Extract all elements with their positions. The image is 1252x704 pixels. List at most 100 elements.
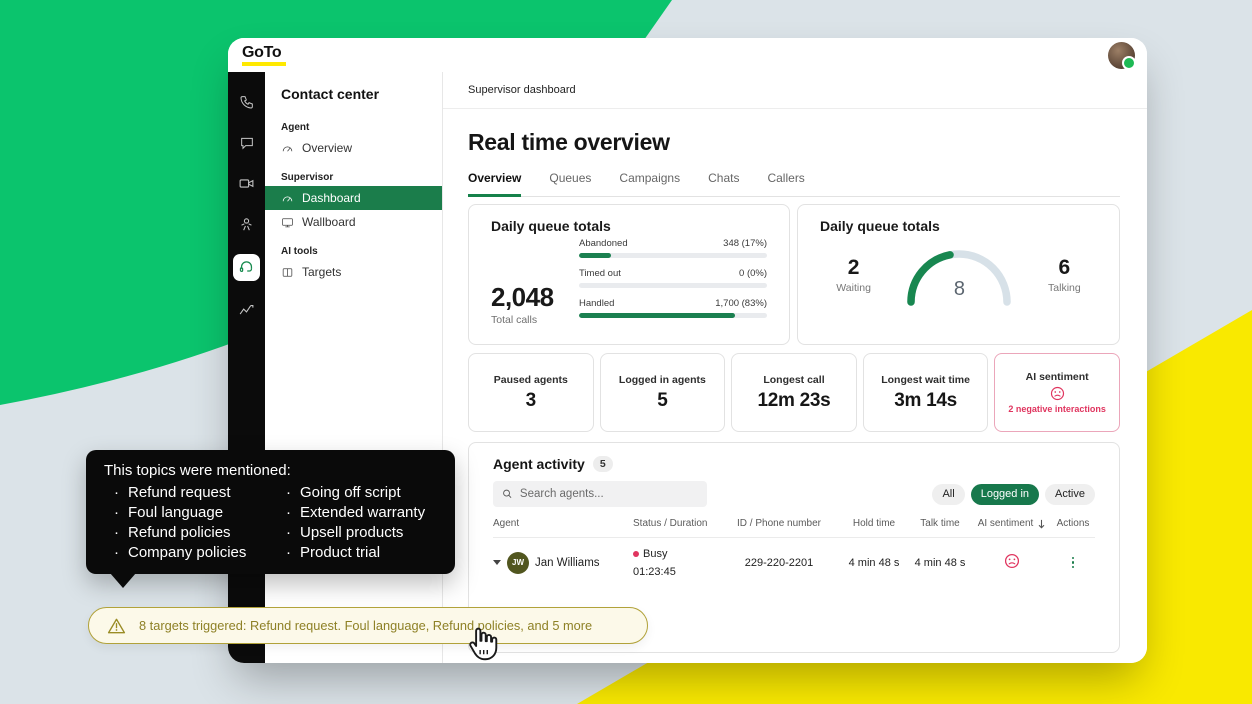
wallboard-icon: [281, 216, 294, 229]
bar-value: 1,700 (83%): [715, 298, 767, 309]
stat-label: Logged in agents: [619, 374, 706, 386]
chat-icon[interactable]: [233, 129, 260, 156]
col-talk-time[interactable]: Talk time: [907, 517, 973, 531]
card-title: Daily queue totals: [820, 218, 1097, 234]
agent-name: Jan Williams: [535, 557, 600, 569]
col-hold-time[interactable]: Hold time: [841, 517, 907, 531]
contact-center-nav: Contact center Agent Overview Supervisor…: [265, 72, 443, 663]
col-status-duration[interactable]: Status / Duration: [633, 517, 717, 531]
search-icon: [502, 488, 513, 500]
row-actions-kebab-icon[interactable]: [1051, 557, 1095, 569]
stat-label: Longest call: [763, 374, 824, 386]
stat-card-paused-agents: Paused agents 3: [468, 353, 594, 432]
col-actions: Actions: [1051, 517, 1095, 531]
agent-avatar: JW: [507, 552, 529, 574]
col-agent[interactable]: Agent: [493, 517, 633, 531]
status-label: Busy: [643, 548, 667, 560]
queue-bars: Abandoned 348 (17%) Timed out 0 (0%): [579, 238, 767, 328]
expand-caret-icon[interactable]: [493, 560, 501, 565]
card-title: Daily queue totals: [491, 218, 767, 234]
targets-triggered-alert[interactable]: 8 targets triggered: Refund request. Fou…: [88, 607, 648, 644]
nav-section-ai-tools: AI tools: [265, 234, 442, 260]
tooltip-title: This topics were mentioned:: [104, 462, 439, 479]
analytics-icon[interactable]: [233, 297, 260, 324]
tab-campaigns[interactable]: Campaigns: [619, 171, 680, 197]
stat-value: 5: [657, 390, 667, 412]
tooltip-topic: Refund policies: [104, 524, 276, 541]
dashboard-gauge-icon: [281, 192, 294, 205]
agent-table-header: Agent Status / Duration ID / Phone numbe…: [493, 517, 1095, 538]
search-agents-box[interactable]: [493, 481, 707, 507]
nav-item-label: Wallboard: [302, 215, 356, 229]
agent-activity-title: Agent activity: [493, 456, 585, 472]
daily-queue-totals-bars-card: Daily queue totals 2,048 Total calls Aba…: [468, 204, 790, 345]
stat-card-ai-sentiment: AI sentiment 2 negative interactions: [994, 353, 1120, 432]
tab-queues[interactable]: Queues: [549, 171, 591, 197]
stat-card-longest-wait-time: Longest wait time 3m 14s: [863, 353, 989, 432]
stat-card-longest-call: Longest call 12m 23s: [731, 353, 857, 432]
tooltip-topic: Foul language: [104, 504, 276, 521]
goto-logo: GoTo: [242, 45, 286, 66]
nav-item-label: Targets: [302, 265, 341, 279]
nav-item-label: Dashboard: [302, 191, 361, 205]
tooltip-topic: Extended warranty: [276, 504, 439, 521]
screenshot-stage: { "colors": { "brand_green": "#0bc46d", …: [0, 0, 1252, 704]
filter-chip-logged-in[interactable]: Logged in: [971, 484, 1039, 505]
bar-value: 348 (17%): [723, 238, 767, 249]
tooltip-topic: Upsell products: [276, 524, 439, 541]
tooltip-topic: Product trial: [276, 544, 439, 561]
nav-item-overview[interactable]: Overview: [265, 136, 442, 160]
tab-bar: Overview Queues Campaigns Chats Callers: [468, 171, 1120, 197]
tooltip-topic: Company policies: [104, 544, 276, 561]
total-calls-value: 2,048: [491, 282, 579, 313]
app-topbar: GoTo: [228, 38, 1147, 72]
sad-face-icon: [1004, 553, 1020, 569]
warning-triangle-icon: [107, 617, 126, 635]
topics-tooltip: This topics were mentioned: Refund reque…: [86, 450, 455, 574]
main-content: Supervisor dashboard Real time overview …: [443, 72, 1147, 663]
headset-icon[interactable]: [233, 254, 260, 281]
goto-logo-text: GoTo: [242, 45, 286, 61]
col-ai-sentiment[interactable]: AI sentiment: [973, 517, 1051, 531]
alert-text: 8 targets triggered: Refund request. Fou…: [139, 618, 592, 633]
gauge-center-value: 8: [954, 278, 965, 301]
sad-face-icon: [1050, 386, 1065, 401]
nav-section-agent: Agent: [265, 110, 442, 136]
stat-label: Paused agents: [494, 374, 568, 386]
tab-chats[interactable]: Chats: [708, 171, 739, 197]
stat-card-logged-in-agents: Logged in agents 5: [600, 353, 726, 432]
total-calls-label: Total calls: [491, 314, 579, 326]
tooltip-topic: Refund request: [104, 484, 276, 501]
goto-logo-underline: [242, 62, 286, 66]
nav-section-supervisor: Supervisor: [265, 160, 442, 186]
talking-value: 6: [1048, 256, 1081, 280]
sentiment-cell[interactable]: [973, 553, 1051, 572]
nav-item-dashboard[interactable]: Dashboard: [265, 186, 442, 210]
col-id-phone[interactable]: ID / Phone number: [717, 517, 841, 531]
busy-status-dot: [633, 551, 639, 557]
user-avatar[interactable]: [1108, 42, 1135, 69]
nav-item-targets[interactable]: Targets: [265, 260, 442, 284]
filter-chip-active[interactable]: Active: [1045, 484, 1095, 505]
bar-label: Abandoned: [579, 238, 628, 249]
sentiment-caption: 2 negative interactions: [1008, 404, 1106, 414]
nav-title: Contact center: [265, 84, 442, 110]
daily-queue-totals-gauge-card: Daily queue totals 2 Waiting: [797, 204, 1120, 345]
search-input[interactable]: [520, 488, 698, 500]
phone-icon[interactable]: [233, 88, 260, 115]
video-icon[interactable]: [233, 170, 260, 197]
stat-value: 3m 14s: [894, 390, 957, 412]
filter-chip-all[interactable]: All: [932, 484, 964, 505]
tab-callers[interactable]: Callers: [767, 171, 804, 197]
bar-row-handled: Handled 1,700 (83%): [579, 298, 767, 318]
col-ai-sentiment-label: AI sentiment: [978, 517, 1034, 531]
stat-value: 12m 23s: [758, 390, 831, 412]
hold-time: 4 min 48 s: [841, 557, 907, 569]
nav-item-label: Overview: [302, 141, 352, 155]
hand-cursor: [464, 624, 502, 671]
bar-fill: [579, 253, 611, 258]
table-row-jan-williams[interactable]: JW Jan Williams Busy 01:23:45 229-220-22…: [493, 538, 1095, 588]
people-icon[interactable]: [233, 211, 260, 238]
tab-overview[interactable]: Overview: [468, 171, 521, 197]
nav-item-wallboard[interactable]: Wallboard: [265, 210, 442, 234]
